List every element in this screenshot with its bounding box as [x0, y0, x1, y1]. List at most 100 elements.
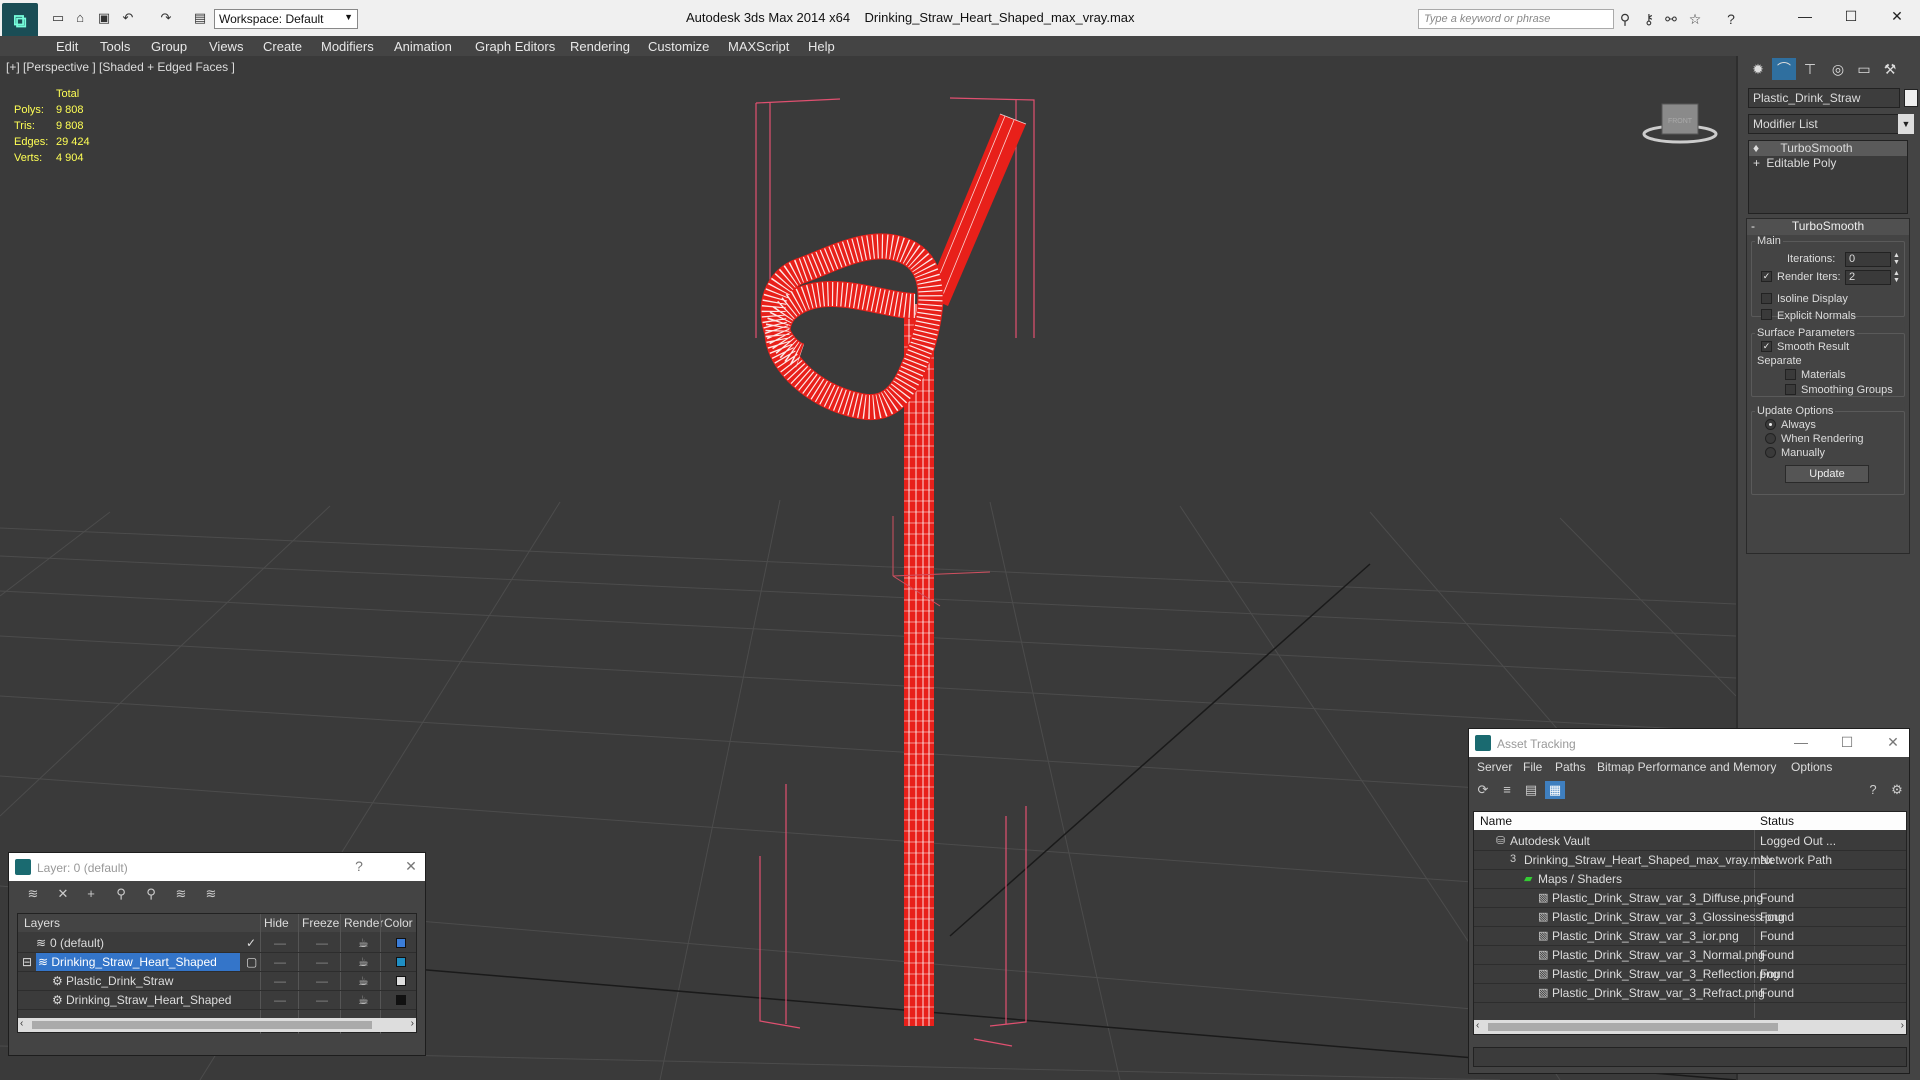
minimize-button[interactable]: —: [1782, 4, 1828, 28]
hide-toggle[interactable]: —: [274, 936, 286, 950]
stack-item-turbosmooth[interactable]: ♦ TurboSmooth: [1749, 141, 1907, 156]
menu-tools[interactable]: Tools: [100, 39, 130, 54]
motion-tab-icon[interactable]: ◎: [1826, 58, 1850, 80]
header-status[interactable]: Status: [1760, 814, 1794, 828]
menu-maxscript[interactable]: MAXScript: [728, 39, 789, 54]
expand-plus-icon[interactable]: +: [1753, 156, 1763, 170]
maximize-button[interactable]: ☐: [1837, 734, 1857, 751]
connect-icon[interactable]: ⚯: [1662, 10, 1680, 28]
help-icon[interactable]: ?: [349, 858, 369, 874]
close-button[interactable]: ✕: [1883, 734, 1903, 751]
when-rendering-radio[interactable]: [1765, 433, 1776, 444]
asset-row[interactable]: ▧ Plastic_Drink_Straw_var_3_ior.png Found: [1474, 927, 1906, 946]
object-color-swatch[interactable]: [1904, 89, 1918, 107]
spinner-arrows-icon[interactable]: ▲ ▼: [1893, 270, 1901, 285]
menu-options[interactable]: Options: [1791, 760, 1832, 774]
smooth-result-checkbox[interactable]: ✓: [1761, 341, 1772, 352]
asset-row[interactable]: ⛁ Autodesk Vault Logged Out ...: [1474, 832, 1906, 851]
asset-row[interactable]: ▧ Plastic_Drink_Straw_var_3_Glossiness.pn…: [1474, 908, 1906, 927]
explicit-normals-checkbox[interactable]: [1761, 309, 1772, 320]
asset-row[interactable]: ▧ Plastic_Drink_Straw_var_3_Refract.png Fo…: [1474, 984, 1906, 1003]
asset-row[interactable]: 3 Drinking_Straw_Heart_Shaped_max_vray.ma…: [1474, 851, 1906, 870]
header-freeze[interactable]: Freeze: [302, 916, 339, 930]
horizontal-scrollbar[interactable]: ‹ ›: [18, 1018, 416, 1032]
minimize-button[interactable]: —: [1791, 734, 1811, 750]
help-icon[interactable]: ?: [1722, 10, 1740, 28]
menu-paths[interactable]: Paths: [1555, 760, 1586, 774]
viewport-label[interactable]: [+] [Perspective ] [Shaded + Edged Faces…: [6, 60, 235, 74]
scroll-right-icon[interactable]: ›: [411, 1018, 414, 1029]
select-in-layer-icon[interactable]: ⚲: [111, 885, 131, 903]
lightbulb-icon[interactable]: ♦: [1753, 141, 1763, 155]
highlight-layer-icon[interactable]: ⚲: [141, 885, 161, 903]
active-layer-box-icon[interactable]: ▢: [246, 955, 257, 969]
key-icon[interactable]: ⚷: [1640, 10, 1658, 28]
header-hide[interactable]: Hide: [264, 916, 289, 930]
hide-toggle[interactable]: —: [274, 955, 286, 969]
asset-row[interactable]: ▰ Maps / Shaders: [1474, 870, 1906, 889]
redo-icon[interactable]: ↷: [158, 10, 174, 26]
header-layers[interactable]: Layers: [24, 916, 60, 930]
rollout-header[interactable]: - TurboSmooth: [1747, 219, 1909, 235]
close-button[interactable]: ✕: [1874, 4, 1920, 28]
chevron-down-icon[interactable]: ▼: [1898, 114, 1914, 134]
layer-color-swatch[interactable]: [396, 938, 406, 948]
help-icon[interactable]: ?: [1863, 781, 1883, 799]
update-button[interactable]: Update: [1785, 465, 1869, 483]
scrollbar-thumb[interactable]: [1488, 1023, 1778, 1031]
spinner-arrows-icon[interactable]: ▲ ▼: [1893, 252, 1901, 267]
context-help-icon[interactable]: ⚙: [1887, 781, 1907, 799]
open-file-icon[interactable]: ⌂: [72, 10, 88, 26]
modify-tab-icon[interactable]: ⌒: [1772, 58, 1796, 80]
freeze-toggle[interactable]: —: [316, 936, 328, 950]
freeze-toggle[interactable]: —: [316, 974, 328, 988]
thumbnail-view-icon[interactable]: ▤: [1521, 781, 1541, 799]
asset-row[interactable]: ▧ Plastic_Drink_Straw_var_3_Reflection.pn…: [1474, 965, 1906, 984]
always-radio[interactable]: [1765, 419, 1776, 430]
hide-toggle[interactable]: —: [274, 974, 286, 988]
layer-row[interactable]: ≋ 0 (default) ✓ — — ☕: [18, 934, 416, 953]
delete-layer-icon[interactable]: ✕: [53, 885, 73, 903]
binoculars-icon[interactable]: ⚲: [1616, 10, 1634, 28]
workspace-dropdown[interactable]: Workspace: Default ▼: [214, 9, 358, 29]
iterations-spinner[interactable]: 0: [1845, 252, 1891, 267]
layer-color-swatch[interactable]: [396, 976, 406, 986]
menu-create[interactable]: Create: [263, 39, 302, 54]
header-color[interactable]: Color: [384, 916, 413, 930]
menu-edit[interactable]: Edit: [56, 39, 78, 54]
menu-rendering[interactable]: Rendering: [570, 39, 630, 54]
freeze-toggle[interactable]: —: [316, 993, 328, 1007]
viewcube-icon[interactable]: FRONT: [1640, 96, 1720, 146]
render-teapot-icon[interactable]: ☕: [358, 993, 369, 1007]
asset-row[interactable]: ▧ Plastic_Drink_Straw_var_3_Diffuse.png Fo…: [1474, 889, 1906, 908]
scroll-left-icon[interactable]: ‹: [20, 1018, 23, 1029]
menu-help[interactable]: Help: [808, 39, 835, 54]
hide-all-layers-icon[interactable]: ≋: [171, 885, 191, 903]
object-name-field[interactable]: Plastic_Drink_Straw: [1748, 88, 1900, 108]
materials-checkbox[interactable]: [1785, 369, 1796, 380]
menu-animation[interactable]: Animation: [394, 39, 452, 54]
menu-server[interactable]: Server: [1477, 760, 1512, 774]
collapse-icon[interactable]: -: [1751, 219, 1755, 233]
close-icon[interactable]: ✕: [401, 858, 421, 875]
add-to-layer-icon[interactable]: +: [81, 885, 101, 903]
scroll-left-icon[interactable]: ‹: [1476, 1020, 1479, 1031]
app-logo-icon[interactable]: ⧉: [2, 3, 38, 39]
new-file-icon[interactable]: ▭: [50, 10, 66, 26]
collapse-icon[interactable]: ⊟: [22, 955, 32, 969]
smoothing-groups-checkbox[interactable]: [1785, 384, 1796, 395]
render-teapot-icon[interactable]: ☕: [358, 974, 369, 988]
layer-color-swatch[interactable]: [396, 995, 406, 1005]
scroll-right-icon[interactable]: ›: [1901, 1020, 1904, 1031]
asset-row[interactable]: ▧ Plastic_Drink_Straw_var_3_Normal.png Fou…: [1474, 946, 1906, 965]
project-folder-icon[interactable]: ▤: [192, 10, 208, 26]
render-teapot-icon[interactable]: ☕: [358, 936, 369, 950]
horizontal-scrollbar[interactable]: ‹ ›: [1474, 1020, 1906, 1034]
menu-graph-editors[interactable]: Graph Editors: [475, 39, 555, 54]
menu-file[interactable]: File: [1523, 760, 1542, 774]
create-tab-icon[interactable]: ✹: [1746, 58, 1770, 80]
menu-bitmap-performance[interactable]: Bitmap Performance and Memory: [1597, 760, 1776, 774]
menu-views[interactable]: Views: [209, 39, 243, 54]
freeze-all-layers-icon[interactable]: ≋: [201, 885, 221, 903]
freeze-toggle[interactable]: —: [316, 955, 328, 969]
